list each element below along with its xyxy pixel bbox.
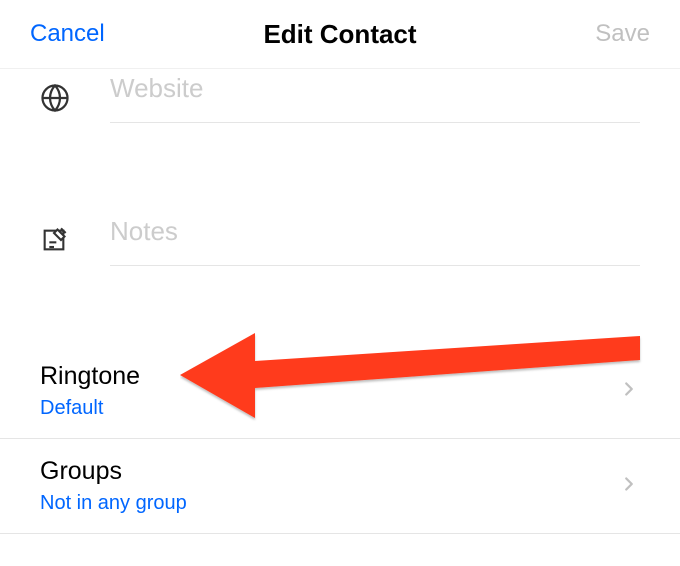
groups-text: Groups Not in any group (40, 457, 187, 515)
website-field-row[interactable]: Website (0, 69, 680, 137)
notes-icon (40, 226, 70, 256)
website-placeholder: Website (110, 73, 640, 104)
notes-field-row[interactable]: Notes (0, 212, 680, 284)
globe-icon (40, 83, 70, 113)
header-bar: Cancel Edit Contact Save (0, 0, 680, 69)
groups-label: Groups (40, 457, 187, 486)
ringtone-label: Ringtone (40, 362, 140, 391)
groups-row[interactable]: Groups Not in any group (0, 439, 680, 534)
ringtone-text: Ringtone Default (40, 362, 140, 420)
website-input[interactable]: Website (110, 73, 640, 123)
save-button[interactable]: Save (595, 20, 650, 48)
chevron-right-icon (618, 473, 640, 500)
groups-value: Not in any group (40, 492, 187, 515)
ringtone-row[interactable]: Ringtone Default (0, 344, 680, 439)
cancel-button[interactable]: Cancel (30, 20, 105, 48)
notes-placeholder: Notes (110, 216, 640, 247)
notes-input[interactable]: Notes (110, 216, 640, 266)
page-title: Edit Contact (263, 19, 416, 50)
ringtone-value: Default (40, 397, 140, 420)
content-area: Website Notes Ringtone Default (0, 69, 680, 534)
chevron-right-icon (618, 378, 640, 405)
